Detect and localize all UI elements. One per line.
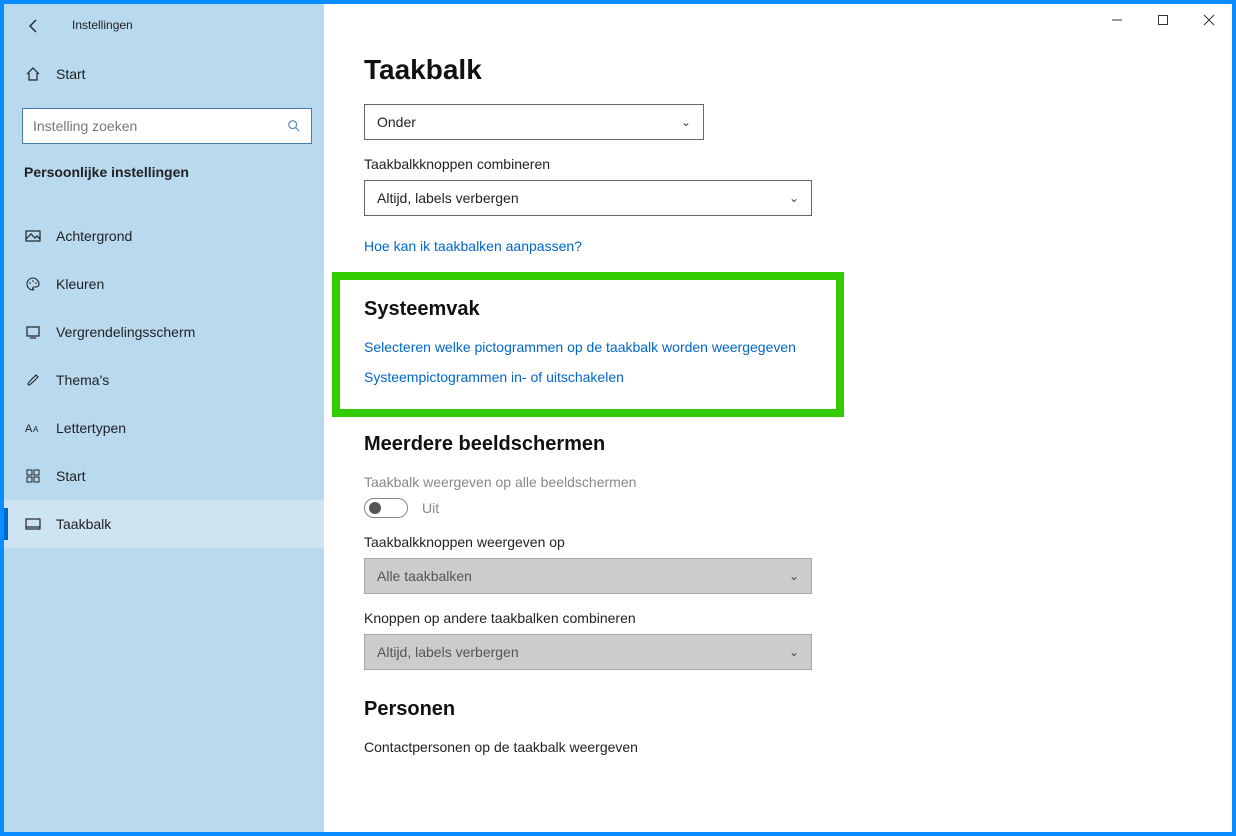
svg-text:A: A [25,423,33,435]
start-icon [24,468,42,484]
content-panel: Taakbalk Onder ⌄ Taakbalkknoppen combine… [324,4,1232,832]
taskbar-icon [24,516,42,532]
show-all-toggle[interactable] [364,498,408,518]
show-all-label: Taakbalk weergeven op alle beeldschermen [364,474,1232,490]
arrow-left-icon [26,18,42,34]
systray-select-icons-link[interactable]: Selecteren welke pictogrammen op de taak… [364,339,812,355]
nav-item-label: Vergrendelingsscherm [56,324,195,340]
help-link[interactable]: Hoe kan ik taakbalken aanpassen? [364,238,1232,254]
combine-other-label: Knoppen op andere taakbalken combineren [364,610,1232,626]
show-buttons-label: Taakbalkknoppen weergeven op [364,534,1232,550]
search-icon [287,119,301,133]
show-buttons-dropdown[interactable]: Alle taakbalken ⌄ [364,558,812,594]
dropdown-value: Altijd, labels verbergen [377,644,519,660]
nav-item-background[interactable]: Achtergrond [4,212,324,260]
brush-icon [24,372,42,388]
combine-other-dropdown[interactable]: Altijd, labels verbergen ⌄ [364,634,812,670]
taskbar-position-dropdown[interactable]: Onder ⌄ [364,104,704,140]
category-heading: Persoonlijke instellingen [24,164,189,180]
lockscreen-icon [24,324,42,340]
sidebar: Instellingen Start Persoonlijke instelli… [4,4,324,832]
chevron-down-icon: ⌄ [681,115,691,129]
search-input[interactable] [33,118,287,134]
home-label: Start [56,66,86,82]
maximize-button[interactable] [1140,4,1186,36]
nav-item-label: Achtergrond [56,228,132,244]
toggle-state-label: Uit [422,500,439,516]
systray-heading: Systeemvak [364,298,812,321]
people-heading: Personen [364,698,1232,721]
nav-item-label: Start [56,468,86,484]
toggle-knob [369,502,381,514]
nav-item-themes[interactable]: Thema's [4,356,324,404]
window-title: Instellingen [72,18,133,32]
dropdown-value: Alle taakbalken [377,568,472,584]
nav-item-taskbar[interactable]: Taakbalk [4,500,324,548]
chevron-down-icon: ⌄ [789,191,799,205]
systray-highlight: Systeemvak Selecteren welke pictogrammen… [332,272,844,417]
combine-dropdown[interactable]: Altijd, labels verbergen ⌄ [364,180,812,216]
home-button[interactable]: Start [24,66,86,82]
nav-item-label: Kleuren [56,276,104,292]
picture-icon [24,228,42,244]
nav-item-lockscreen[interactable]: Vergrendelingsscherm [4,308,324,356]
page-title: Taakbalk [364,54,1232,86]
nav-item-label: Taakbalk [56,516,111,532]
svg-text:A: A [33,425,39,434]
nav-item-colors[interactable]: Kleuren [4,260,324,308]
nav-item-label: Thema's [56,372,109,388]
nav-item-label: Lettertypen [56,420,126,436]
show-contacts-label: Contactpersonen op de taakbalk weergeven [364,739,1232,755]
close-button[interactable] [1186,4,1232,36]
home-icon [24,66,42,82]
palette-icon [24,276,42,292]
dropdown-value: Altijd, labels verbergen [377,190,519,206]
search-input-wrap[interactable] [22,108,312,144]
systray-system-icons-link[interactable]: Systeempictogrammen in- of uitschakelen [364,369,812,385]
minimize-button[interactable] [1094,4,1140,36]
nav-item-fonts[interactable]: AA Lettertypen [4,404,324,452]
window-controls [1094,4,1232,36]
font-icon: AA [24,420,42,436]
nav-item-start[interactable]: Start [4,452,324,500]
back-button[interactable] [22,14,46,38]
chevron-down-icon: ⌄ [789,645,799,659]
nav-list: Achtergrond Kleuren Vergrendelingsscherm… [4,212,324,548]
chevron-down-icon: ⌄ [789,569,799,583]
combine-label: Taakbalkknoppen combineren [364,156,1232,172]
multimon-heading: Meerdere beeldschermen [364,433,1232,456]
dropdown-value: Onder [377,114,416,130]
